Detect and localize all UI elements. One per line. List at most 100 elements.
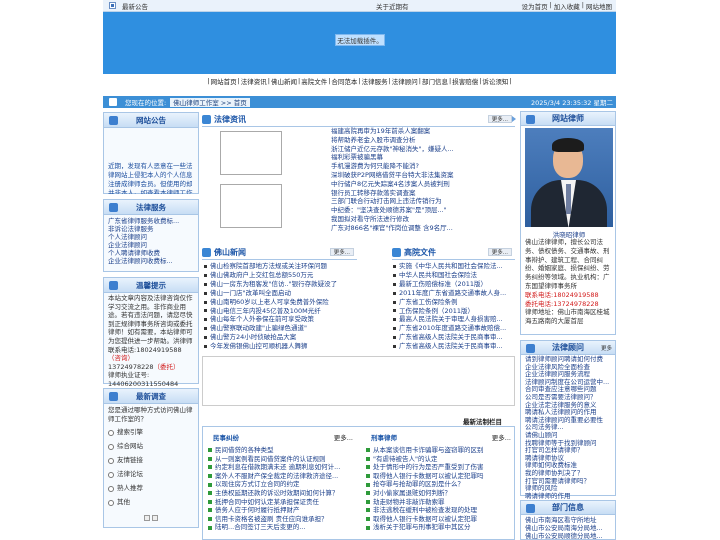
court-doc-item[interactable]: 广东省高级人民法院关于民商事审... xyxy=(393,333,514,342)
foshan-news-item[interactable]: 佛山每年个人外参保在前可享受政策 xyxy=(204,315,354,324)
civil-item[interactable]: 信用卡资格名被盗刷 责任应向谁承担？ xyxy=(208,515,354,524)
criminal-item[interactable]: 处于情形中的行为是否严重受到了伤害 xyxy=(366,463,512,472)
add-favorite-link[interactable]: 加入收藏 xyxy=(554,1,580,11)
radio-icon[interactable] xyxy=(108,443,114,450)
nav-home[interactable]: 网站首页 xyxy=(211,76,237,86)
civil-item[interactable]: 从一则案例看民间借贷案件的认证规则 xyxy=(208,455,354,464)
plugin-placeholder[interactable]: 无法加载插件。 xyxy=(335,34,385,46)
civil-more-link[interactable]: 更多... xyxy=(334,432,353,442)
survey-option[interactable]: 熟人推荐 xyxy=(108,484,194,493)
radio-icon[interactable] xyxy=(108,485,114,492)
civil-item[interactable]: 案外人不服财产保全裁定的法律救济途径... xyxy=(208,472,354,481)
criminal-item[interactable]: 非法逃税在缓刑中被检查发现的处理 xyxy=(366,506,512,515)
radio-icon[interactable] xyxy=(108,457,114,464)
foshan-news-item[interactable]: 佛山电信三年内投45亿普及100M光纤 xyxy=(204,307,354,316)
news-more-button[interactable]: 更多... xyxy=(487,115,512,123)
foshan-news-item[interactable]: 佛山南明60岁以上老人可享免费普外保险 xyxy=(204,298,354,307)
civil-item[interactable]: 抵押合同中如何认定某承担保证责任 xyxy=(208,498,354,507)
survey-option[interactable]: 其他 xyxy=(108,498,194,507)
news-item[interactable]: 广东对866名"裸官"作岗位调整 含9名厅... xyxy=(331,224,511,233)
nav-litigation[interactable]: 诉讼须知 xyxy=(482,76,508,86)
court-doc-item[interactable]: 广东省2010年度道路交通事故赔偿... xyxy=(393,324,514,333)
radio-icon[interactable] xyxy=(108,429,114,436)
criminal-item[interactable]: 取得他人银行卡数据可以被认定犯罪吗 xyxy=(366,472,512,481)
news-item[interactable]: 我国拟对看守所法进行修改 xyxy=(331,215,511,224)
criminal-item[interactable]: 抢夺罪与抢劫罪的区别是什么？ xyxy=(366,480,512,489)
advisor-more-link[interactable]: 更多 xyxy=(601,344,612,352)
dept-item[interactable]: 佛山市公安局南海分局地... xyxy=(525,524,611,532)
foshan-news-item[interactable]: 佛山佛政府户上交红包总额550万元 xyxy=(204,271,354,280)
announcement-link[interactable]: 关于近期有 xyxy=(376,1,409,11)
news-item[interactable]: 三部门联合行动打击网上违法传销行为 xyxy=(331,197,511,206)
criminal-item[interactable]: 对小偷家属退赃如何判断？ xyxy=(366,489,512,498)
survey-option[interactable]: 搜索引擎 xyxy=(108,428,194,437)
survey-option[interactable]: 友情链接 xyxy=(108,456,194,465)
nav-foshan-news[interactable]: 佛山新闻 xyxy=(271,76,297,86)
criminal-item[interactable]: 从本案谈信用卡诈骗罪与盗窃罪的区别 xyxy=(366,446,512,455)
news-item[interactable]: 深圳破获P2P网络借贷平台特大非法集资案 xyxy=(331,171,511,180)
vote-button[interactable] xyxy=(144,515,150,522)
court-doc-item[interactable]: 2011年度广东省道路交通事故人身... xyxy=(393,289,514,298)
foshan-news-item[interactable]: 佛山警察联动政建"止骗绿色通道" xyxy=(204,324,354,333)
civil-item[interactable]: 主债权延期还款的诉讼时效期间如何计算？ xyxy=(208,489,354,498)
civil-item[interactable]: 约定利息在借款期满未还 逾期利息如何计... xyxy=(208,463,354,472)
civil-item[interactable]: 债务人应于何时履行抵押财产 xyxy=(208,506,354,515)
ad-placeholder[interactable] xyxy=(202,356,515,406)
court-docs-more-button[interactable]: 更多... xyxy=(487,248,512,256)
news-item[interactable]: 中纪委："坚决查处顺德苏案"是"顶层..." xyxy=(331,206,511,215)
court-doc-item[interactable]: 广东省工伤保险条例 xyxy=(393,298,514,307)
news-image[interactable] xyxy=(220,131,282,175)
radio-icon[interactable] xyxy=(108,499,114,506)
survey-option[interactable]: 综合网站 xyxy=(108,442,194,451)
survey-option[interactable]: 法律论坛 xyxy=(108,470,194,479)
civil-item[interactable]: 以现住房方式订立合同的约定 xyxy=(208,480,354,489)
news-item[interactable]: 福建高院再审为19年前杀人案翻案 xyxy=(331,127,511,136)
court-doc-item[interactable]: 最新工伤赔偿标准（2011版） xyxy=(393,280,514,289)
criminal-item[interactable]: "有虐待被告人"的认定 xyxy=(366,455,512,464)
foshan-news-more-button[interactable]: 更多... xyxy=(329,248,354,256)
nav-damages[interactable]: 损害赔偿 xyxy=(452,76,478,86)
nav-legal-services[interactable]: 法律服务 xyxy=(362,76,388,86)
foshan-news-item[interactable]: 佛山警方24小时侦破抢品大案 xyxy=(204,333,354,342)
nav-legal-news[interactable]: 法律资讯 xyxy=(241,76,267,86)
lawyer-photo[interactable] xyxy=(525,128,613,227)
service-item[interactable]: 个人法律顾问 xyxy=(108,233,194,241)
nav-court-docs[interactable]: 高院文件 xyxy=(301,76,327,86)
court-doc-item[interactable]: 中华人民共和国社会保险法 xyxy=(393,271,514,280)
civil-item[interactable]: 陆明...合同签订三天后变更的... xyxy=(208,523,354,532)
court-doc-item[interactable]: 广东省高级人民法院关于民商事审... xyxy=(393,342,514,351)
news-item[interactable]: 中行储户8亿元失踪案4名涉案人员被判刑 xyxy=(331,180,511,189)
service-item[interactable]: 企业法律顾问收费标... xyxy=(108,257,194,265)
service-item[interactable]: 企业法律顾问 xyxy=(108,241,194,249)
criminal-more-link[interactable]: 更多... xyxy=(492,432,511,442)
dept-item[interactable]: 佛山市公安局顺德分局地... xyxy=(525,532,611,540)
criminal-item[interactable]: 浅析关于犯罪与刑事犯罪中其区分 xyxy=(366,523,512,532)
court-doc-item[interactable]: 工伤保险条例（2011版） xyxy=(393,307,514,316)
service-item[interactable]: 个人聘请律师收费 xyxy=(108,249,194,257)
news-image[interactable] xyxy=(220,184,282,228)
criminal-item[interactable]: 劫走财物并非敲诈勒索罪 xyxy=(366,498,512,507)
service-item[interactable]: 非诉讼法律服务 xyxy=(108,225,194,233)
court-doc-item[interactable]: 最高人民法院关于审理人身损害赔... xyxy=(393,315,514,324)
foshan-news-item[interactable]: 佛山一房东为租客发"信访.."银行存款疑没了 xyxy=(204,280,354,289)
foshan-news-item[interactable]: 佛山检察院首部地方法规或关注环保问题 xyxy=(204,262,354,271)
foshan-news-item[interactable]: 今年发佛银佛山控可顺机器人舞狮 xyxy=(204,342,354,351)
nav-dept-info[interactable]: 部门信息 xyxy=(422,76,448,86)
news-item[interactable]: 浙江储户近亿元存款"神秘消失"，嫌疑人... xyxy=(331,145,511,154)
service-item[interactable]: 广东省律师服务收费标... xyxy=(108,217,194,225)
news-item[interactable]: 手机漫游费为何只能降不能消? xyxy=(331,162,511,171)
foshan-news-item[interactable]: 佛山一门店"改革叫全面启动 xyxy=(204,289,354,298)
breadcrumb[interactable]: 佛山律师工作室 >> 首页 xyxy=(170,97,250,107)
civil-item[interactable]: 民间借贷的各种类型 xyxy=(208,446,354,455)
site-map-link[interactable]: 网站地图 xyxy=(586,1,612,11)
nav-legal-advisor[interactable]: 法律顾问 xyxy=(392,76,418,86)
nav-contracts[interactable]: 合同范本 xyxy=(331,76,357,86)
news-item[interactable]: 银行员工转移存款落实调查案 xyxy=(331,189,511,198)
view-results-button[interactable] xyxy=(152,515,158,522)
radio-icon[interactable] xyxy=(108,471,114,478)
dept-item[interactable]: 佛山市南海区看守所地址 xyxy=(525,516,611,524)
news-item[interactable]: 将帮助养老金入股市调查分析 xyxy=(331,136,511,145)
set-home-link[interactable]: 设为首页 xyxy=(522,1,548,11)
criminal-item[interactable]: 取得他人银行卡数据可以被认定犯罪 xyxy=(366,515,512,524)
news-item[interactable]: 福利彩票被骗黑幕 xyxy=(331,153,511,162)
